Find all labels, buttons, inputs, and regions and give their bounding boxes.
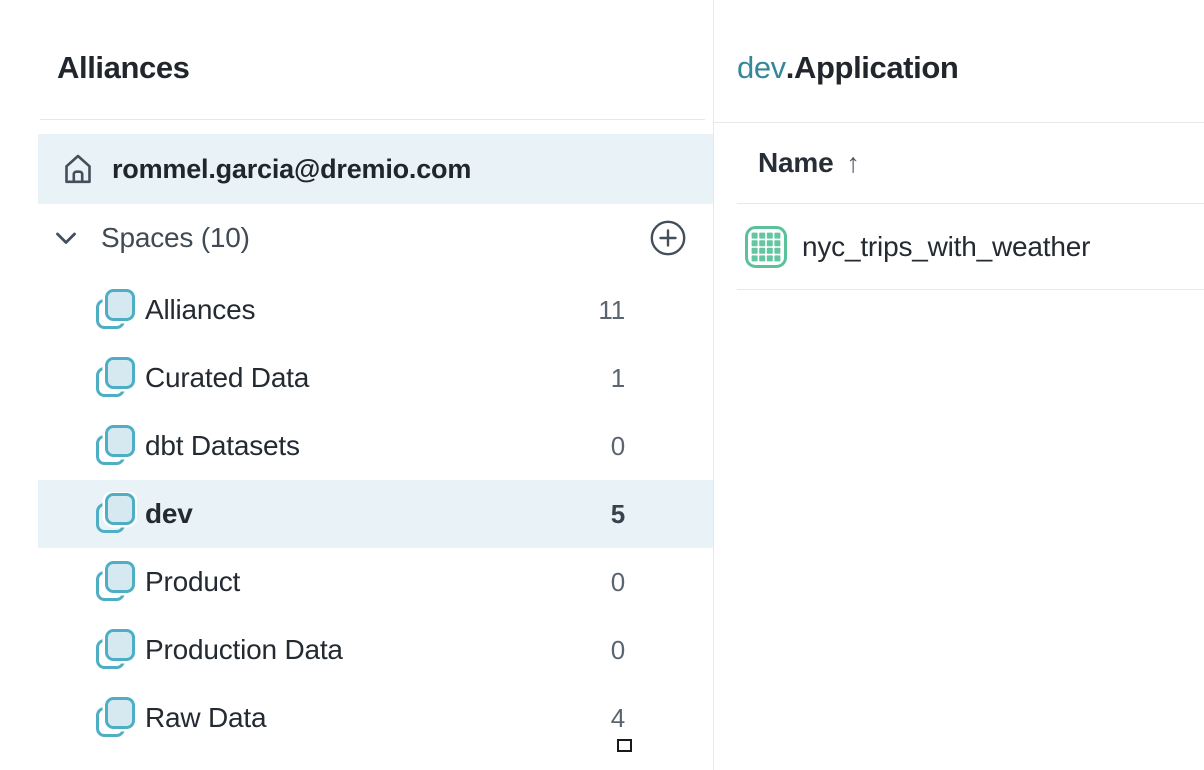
space-item-label: Product: [145, 566, 240, 598]
space-item-curated-data[interactable]: Curated Data 1: [38, 344, 713, 412]
space-item-label: Production Data: [145, 634, 343, 666]
space-item-count: 5: [611, 499, 625, 530]
header-divider: [714, 122, 1204, 123]
dataset-row[interactable]: nyc_trips_with_weather: [714, 203, 1204, 290]
home-label: rommel.garcia@dremio.com: [112, 154, 471, 185]
plus-circle-icon: [649, 245, 687, 260]
space-item-count: 0: [611, 567, 625, 598]
breadcrumb-current-title: Application: [794, 50, 958, 85]
page-title: Alliances: [57, 50, 190, 86]
space-item-label: dbt Datasets: [145, 430, 300, 462]
breadcrumb-separator: .: [786, 50, 794, 85]
app-window: Alliances rommel.garcia@dremio.com Space…: [0, 0, 1204, 770]
space-item-count: 1: [611, 363, 625, 394]
column-label: Name: [758, 147, 833, 179]
space-icon: [95, 356, 137, 400]
space-icon: [95, 288, 137, 332]
dataset-name: nyc_trips_with_weather: [802, 231, 1090, 263]
space-list: Alliances 11 Curated Data 1: [38, 276, 713, 752]
space-item-raw-data[interactable]: Raw Data 4: [38, 684, 713, 752]
space-item-dbt-datasets[interactable]: dbt Datasets 0: [38, 412, 713, 480]
space-icon: [95, 696, 137, 740]
home-item[interactable]: rommel.garcia@dremio.com: [38, 134, 713, 204]
breadcrumb: dev.Application: [737, 50, 958, 86]
dataset-table-icon: [745, 226, 787, 268]
spaces-section-header[interactable]: Spaces (10): [38, 212, 713, 264]
space-item-count: 0: [611, 635, 625, 666]
space-item-production-data[interactable]: Production Data 0: [38, 616, 713, 684]
space-item-count: 11: [598, 295, 625, 326]
space-item-dev[interactable]: dev 5: [38, 480, 713, 548]
spaces-section-label: Spaces (10): [101, 222, 250, 254]
title-divider: [40, 119, 705, 120]
space-item-label: Raw Data: [145, 702, 266, 734]
space-icon: [95, 628, 137, 672]
add-space-button[interactable]: [649, 219, 687, 257]
space-item-alliances[interactable]: Alliances 11: [38, 276, 713, 344]
chevron-down-icon[interactable]: [55, 231, 77, 246]
space-icon: [95, 492, 137, 536]
space-item-product[interactable]: Product 0: [38, 548, 713, 616]
column-header-name[interactable]: Name ↑: [758, 138, 860, 188]
space-item-label: Curated Data: [145, 362, 309, 394]
breadcrumb-context[interactable]: dev: [737, 50, 786, 85]
space-icon: [95, 424, 137, 468]
space-item-count: 0: [611, 431, 625, 462]
catalog-sidebar: Alliances rommel.garcia@dremio.com Space…: [0, 0, 713, 770]
sort-ascending-icon: ↑: [846, 148, 859, 179]
space-item-label: Alliances: [145, 294, 255, 326]
space-item-count: 4: [611, 703, 625, 734]
space-icon: [95, 560, 137, 604]
catalog-main-panel: dev.Application Name ↑: [714, 0, 1204, 770]
caret-artifact-square: [617, 739, 632, 752]
dataset-table: nyc_trips_with_weather: [714, 203, 1204, 290]
home-icon: [60, 151, 96, 187]
space-item-label: dev: [145, 498, 193, 530]
